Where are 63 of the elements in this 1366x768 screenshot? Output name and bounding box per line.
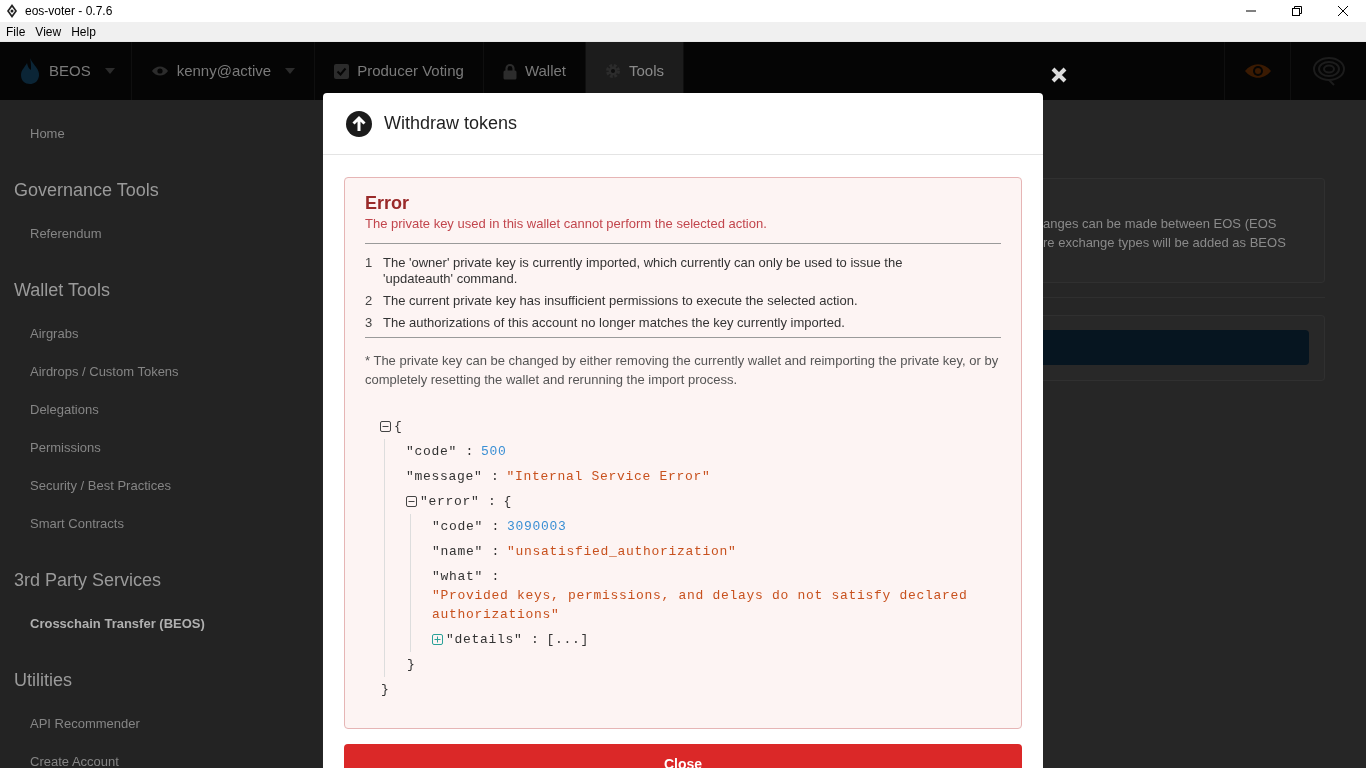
menu-item[interactable]: File xyxy=(1,21,31,42)
caret-icon xyxy=(104,68,115,74)
error-title: Error xyxy=(365,192,410,214)
sidebar-item[interactable]: Crosschain Transfer (BEOS) xyxy=(0,605,322,643)
json-value: 3090003 xyxy=(507,518,567,536)
sidebar-item[interactable]: API Recommender xyxy=(0,705,322,743)
restore-icon[interactable] xyxy=(1292,6,1302,16)
json-brace: { xyxy=(394,418,403,436)
sidebar-item[interactable]: Permissions xyxy=(0,429,322,467)
json-key: "code" : xyxy=(432,517,500,536)
collapse-icon[interactable] xyxy=(406,496,417,507)
json-value: 500 xyxy=(481,443,507,461)
sidebar-item[interactable]: Smart Contracts xyxy=(0,505,322,543)
json-key: "name" : xyxy=(432,542,500,561)
settings-icon xyxy=(605,63,621,79)
footnote-text: * The private key can be changed by either removing the currently wallet and reimporting the private key, or by completely resetting the wallet and rerunning the import process. xyxy=(365,352,1000,389)
json-key: "what" : xyxy=(432,567,500,586)
info-text: anges can be made between EOS (EOS xyxy=(1043,215,1278,233)
sidebar-item[interactable]: Airgrabs xyxy=(0,315,322,353)
list-number: 3 xyxy=(365,315,374,331)
json-brace: { xyxy=(503,493,513,511)
menu-item[interactable]: Help xyxy=(66,21,101,42)
window-title: eos-voter - 0.7.6 xyxy=(25,3,113,20)
sidebar-item[interactable]: Delegations xyxy=(0,391,322,429)
collapse-icon[interactable] xyxy=(380,421,391,432)
json-key: "code" : xyxy=(406,442,474,461)
close-icon[interactable] xyxy=(1338,6,1348,16)
sidebar-item[interactable]: Create Account xyxy=(0,743,322,768)
reason-text: The current private key has insufficient permissions to execute the selected action. xyxy=(383,293,858,309)
info-text: re exchange types will be added as BEOS xyxy=(1043,234,1287,252)
json-brace: } xyxy=(407,656,416,674)
checkbox-icon xyxy=(334,63,350,79)
caret-icon xyxy=(285,68,296,74)
json-key: "error" : xyxy=(420,492,497,511)
modal-title: Withdraw tokens xyxy=(384,112,518,135)
error-message: The private key used in this wallet cannot perform the selected action. xyxy=(365,215,768,233)
expand-icon[interactable] xyxy=(432,634,443,645)
app-logo-icon xyxy=(5,3,19,19)
sidebar-item[interactable]: Security / Best Practices xyxy=(0,467,322,505)
close-button[interactable]: Close xyxy=(344,744,1022,768)
section-heading: 3rd Party Services xyxy=(14,569,163,592)
json-brace: } xyxy=(381,681,390,699)
json-key: "message" : xyxy=(406,467,500,486)
menu-item[interactable]: View xyxy=(30,21,67,42)
arrow-up-circle-icon xyxy=(346,110,372,137)
eye-icon xyxy=(150,65,169,77)
section-heading: Governance Tools xyxy=(14,179,160,202)
section-heading: Utilities xyxy=(14,669,73,692)
json-value: "unsatisfied_authorization" xyxy=(507,543,737,561)
sidebar-item[interactable]: Referendum xyxy=(0,215,322,253)
json-value: "Provided keys, permissions, and delays do not satisfy declared authorizations" xyxy=(432,587,969,624)
lock-icon xyxy=(502,62,517,80)
list-number: 2 xyxy=(365,293,374,309)
reason-text: The 'owner' private key is currently imported, which currently can only be used to issue the 'updateauth' command. xyxy=(383,255,904,287)
json-value: "Internal Service Error" xyxy=(506,468,711,486)
section-heading: Wallet Tools xyxy=(14,279,112,302)
reason-text: The authorizations of this account no longer matches the key currently imported. xyxy=(383,315,845,331)
flame-logo-icon xyxy=(19,57,41,85)
sidebar-item[interactable]: Home xyxy=(0,115,322,153)
sidebar-item[interactable]: Airdrops / Custom Tokens xyxy=(0,353,322,391)
json-value: [...] xyxy=(546,631,590,649)
list-number: 1 xyxy=(365,255,374,272)
json-key: "details" : xyxy=(446,630,540,649)
